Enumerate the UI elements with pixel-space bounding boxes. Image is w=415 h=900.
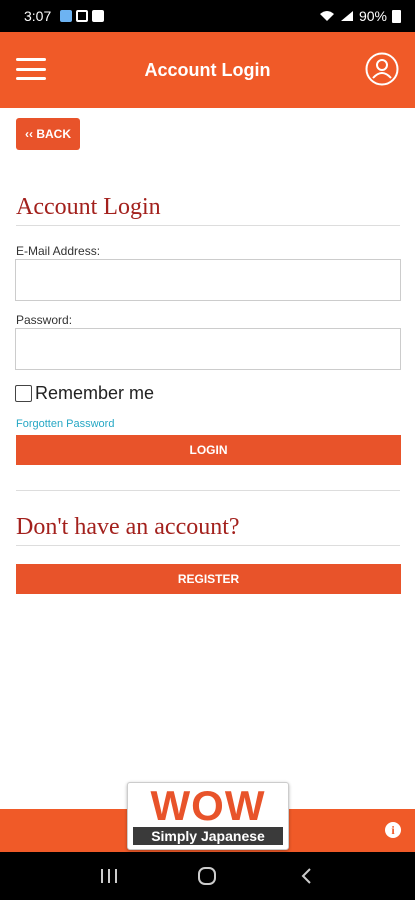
gallery-notification-icon (92, 10, 105, 22)
user-account-icon[interactable] (365, 52, 399, 86)
app-header: Account Login (0, 32, 415, 108)
page-title: Account Login (144, 59, 271, 80)
back-arrow-icon (301, 868, 311, 884)
login-heading: Account Login (16, 194, 400, 226)
password-label: Password: (16, 313, 73, 327)
battery-percent: 90% (358, 8, 387, 24)
mail-notification-icon (76, 10, 89, 22)
home-button[interactable] (192, 861, 222, 891)
system-nav-bar (0, 852, 415, 900)
email-field[interactable] (15, 259, 401, 301)
recent-apps-icon (101, 869, 118, 883)
forgotten-password-link[interactable]: Forgotten Password (16, 418, 114, 430)
wifi-icon (319, 11, 334, 21)
battery-icon (392, 10, 401, 23)
section-divider (16, 490, 400, 491)
register-button[interactable]: REGISTER (16, 564, 401, 594)
status-bar: 3:07 90% (0, 0, 415, 32)
logo-word: WOW (150, 782, 266, 829)
status-time: 3:07 (24, 8, 52, 24)
brand-logo: WOW Simply Japanese (127, 782, 289, 850)
email-label: E-Mail Address: (16, 244, 101, 258)
photo-notification-icon (60, 10, 73, 22)
register-heading: Don't have an account? (16, 514, 400, 546)
remember-me-label[interactable]: Remember me (35, 383, 154, 404)
login-button[interactable]: LOGIN (16, 435, 401, 465)
remember-me-row: Remember me (15, 383, 154, 404)
remember-me-checkbox[interactable] (15, 385, 32, 402)
recent-apps-button[interactable] (94, 861, 124, 891)
back-nav-button[interactable] (291, 861, 321, 891)
info-icon[interactable]: i (385, 822, 401, 838)
back-button[interactable]: ‹‹ BACK (16, 118, 80, 150)
signal-icon (340, 11, 353, 21)
home-icon (198, 867, 217, 885)
logo-tagline: Simply Japanese (133, 827, 283, 845)
menu-icon[interactable] (16, 58, 46, 80)
password-field[interactable] (15, 328, 401, 370)
